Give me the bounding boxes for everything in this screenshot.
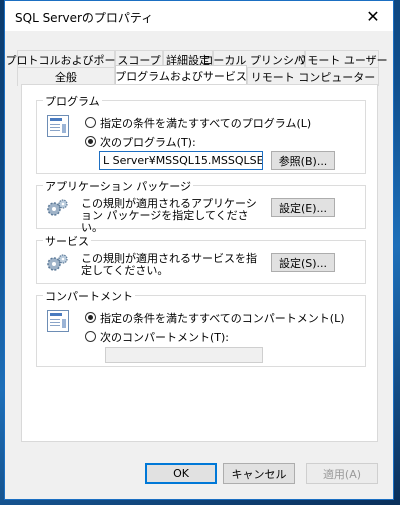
close-icon[interactable]: ✕ <box>353 1 393 31</box>
this-program-label[interactable]: 次のプログラム(T): <box>100 134 196 150</box>
program-path-input[interactable]: L Server¥MSSQL15.MSSQLSERVER <box>99 151 263 170</box>
this-compartment-radio[interactable] <box>85 331 96 342</box>
gear-icon <box>47 199 68 216</box>
compartment-icon <box>47 310 69 332</box>
programs-group-label: プログラム <box>43 93 102 109</box>
tab-programs-services[interactable]: プログラムおよびサービス <box>115 65 247 86</box>
app-packages-group: アプリケーション パッケージ この規則が適用されるアプリケーション パッケージを… <box>36 178 366 234</box>
all-programs-label[interactable]: 指定の条件を満たすすべてのプログラム(L) <box>100 115 311 131</box>
services-group: サービス この規則が適用されるサービスを指定してください。 設定(S)... <box>36 233 366 284</box>
tab-page: プログラム 指定の条件を満たすすべてのプログラム(L) 次のプログラム(T): … <box>21 84 378 442</box>
browse-button[interactable]: 参照(B)... <box>271 151 335 170</box>
compartment-input[interactable] <box>105 347 263 363</box>
title-bar: SQL Serverのプロパティ ✕ <box>5 1 393 31</box>
services-text: この規則が適用されるサービスを指定してください。 <box>81 252 257 277</box>
all-programs-radio[interactable] <box>85 117 96 128</box>
gear-icon <box>47 254 68 271</box>
app-packages-text: この規則が適用されるアプリケーション パッケージを指定してください。 <box>81 197 257 234</box>
ok-button[interactable]: OK <box>145 463 217 484</box>
properties-dialog: SQL Serverのプロパティ ✕ プロトコルおよびポート スコープ 詳細設定… <box>4 0 394 500</box>
this-program-radio[interactable] <box>85 136 96 147</box>
compartments-group-label: コンパートメント <box>43 288 135 304</box>
apply-button[interactable]: 適用(A) <box>306 463 378 484</box>
services-settings-button[interactable]: 設定(S)... <box>271 253 335 272</box>
cancel-button[interactable]: キャンセル <box>223 463 295 484</box>
packages-settings-button[interactable]: 設定(E)... <box>271 198 335 217</box>
this-compartment-label[interactable]: 次のコンパートメント(T): <box>100 329 229 345</box>
all-compartments-radio[interactable] <box>85 312 96 323</box>
programs-group: プログラム 指定の条件を満たすすべてのプログラム(L) 次のプログラム(T): … <box>36 93 366 174</box>
window-title: SQL Serverのプロパティ <box>15 11 154 25</box>
program-icon <box>47 115 69 137</box>
app-packages-group-label: アプリケーション パッケージ <box>43 178 194 194</box>
compartments-group: コンパートメント 指定の条件を満たすすべてのコンパートメント(L) 次のコンパー… <box>36 288 366 367</box>
all-compartments-label[interactable]: 指定の条件を満たすすべてのコンパートメント(L) <box>100 310 345 326</box>
services-group-label: サービス <box>43 233 91 249</box>
